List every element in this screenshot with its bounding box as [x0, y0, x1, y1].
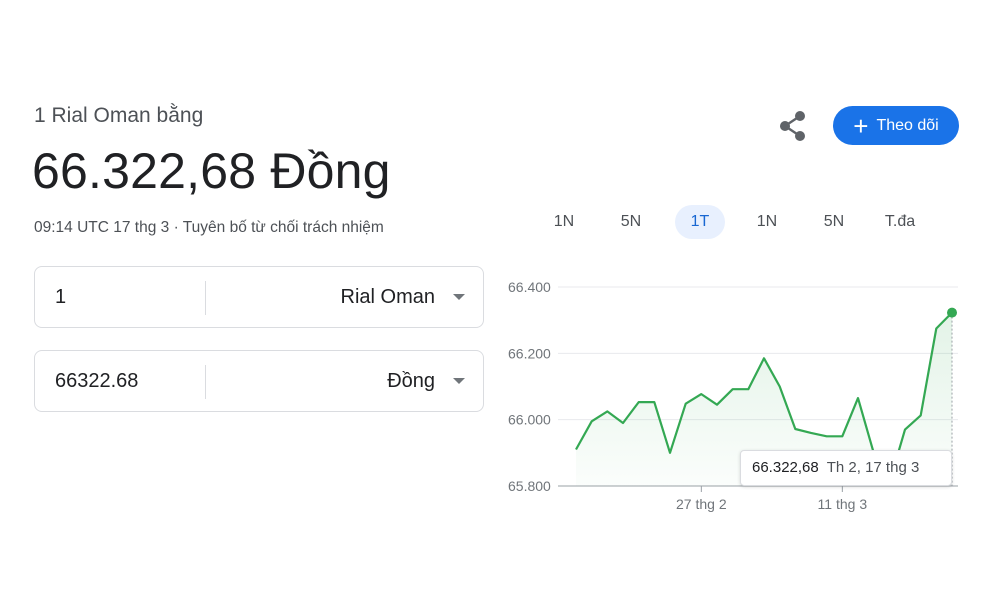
range-tab-5n[interactable]: 5N: [606, 205, 656, 239]
y-tick-label: 65.800: [508, 478, 551, 494]
y-tick-label: 66.200: [508, 345, 551, 361]
share-button[interactable]: [776, 110, 810, 142]
range-tab-1n[interactable]: 1N: [539, 205, 589, 239]
converter-divider: [205, 281, 206, 315]
from-amount-input[interactable]: 1: [55, 267, 66, 327]
range-tabs: 1N 5N 1T 1N 5N T.đa: [530, 205, 960, 239]
chevron-down-icon[interactable]: [453, 294, 465, 300]
y-tick-label: 66.400: [508, 279, 551, 295]
follow-button[interactable]: + Theo dõi: [833, 106, 959, 145]
tooltip-value: 66.322,68: [752, 459, 819, 476]
range-tab-1n-year[interactable]: 1N: [742, 205, 792, 239]
subtitle: 1 Rial Oman bằng: [34, 104, 204, 127]
converter-to: 66322.68 Đồng: [34, 350, 484, 412]
plus-icon: +: [853, 110, 869, 141]
x-tick-label: 11 thg 3: [818, 496, 868, 512]
follow-label: Theo dõi: [876, 116, 939, 134]
y-tick-label: 66.000: [508, 412, 551, 428]
hover-point: [947, 307, 957, 318]
share-icon: [780, 111, 805, 141]
tooltip-date: Th 2, 17 thg 3: [826, 459, 920, 476]
converter-divider: [205, 365, 206, 399]
converter-from: 1 Rial Oman: [34, 266, 484, 328]
range-tab-max[interactable]: T.đa: [875, 205, 925, 239]
from-currency-select[interactable]: Rial Oman: [341, 267, 435, 327]
to-currency-select[interactable]: Đồng: [387, 351, 435, 411]
range-tab-1t[interactable]: 1T: [675, 205, 725, 239]
conversion-result: 66.322,68 Đồng: [32, 143, 391, 199]
range-tab-5n-year[interactable]: 5N: [809, 205, 859, 239]
timestamp-disclaimer: 09:14 UTC 17 thg 3 · Tuyên bố từ chối tr…: [34, 219, 384, 236]
chart-tooltip: 66.322,68 Th 2, 17 thg 3: [740, 450, 952, 486]
to-amount-input[interactable]: 66322.68: [55, 351, 138, 411]
x-tick-label: 27 thg 2: [676, 496, 727, 512]
chevron-down-icon[interactable]: [453, 378, 465, 384]
